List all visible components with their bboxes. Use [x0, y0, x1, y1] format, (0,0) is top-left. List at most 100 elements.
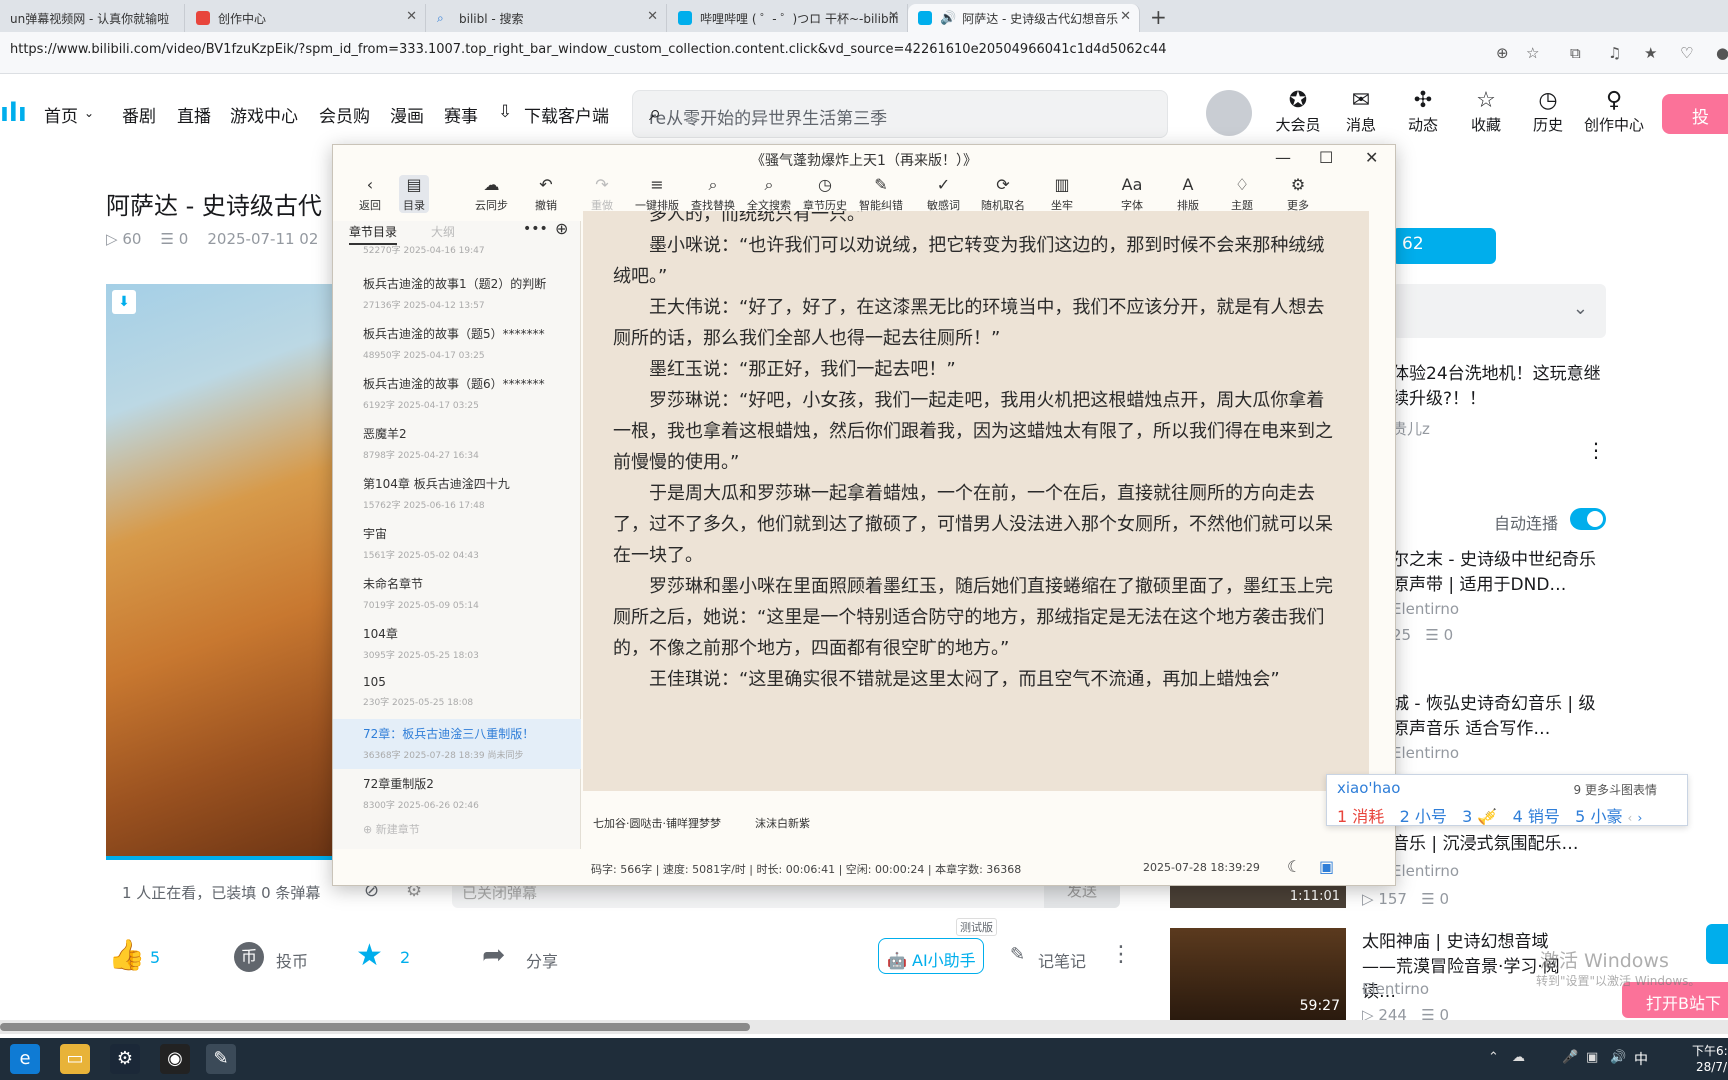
ime-language[interactable]: 中 — [1634, 1049, 1648, 1069]
volume-icon[interactable]: 🔊 — [1610, 1050, 1626, 1065]
close-icon[interactable]: ✕ — [1365, 148, 1378, 167]
ime-candidate[interactable]: 2 小号 — [1400, 807, 1447, 826]
rec-card-author[interactable]: Elentirno — [1392, 744, 1459, 762]
nav-mall[interactable]: 会员购 — [319, 102, 370, 127]
zoom-icon[interactable]: ⊕ — [1496, 44, 1509, 62]
chevron-down-icon[interactable]: ⌄ — [84, 106, 94, 120]
horizontal-scrollbar[interactable] — [0, 1020, 1728, 1034]
search-box[interactable]: re从零开始的异世界生活第三季 ⌕ — [632, 90, 1168, 138]
browser-tab[interactable]: 哔哩哔哩 ( ゜- ゜)つロ 干杯~-bilibili ✕ — [668, 4, 908, 32]
notes-icon[interactable]: ✎ — [1010, 944, 1025, 965]
rec-card-author[interactable]: Elentirno — [1362, 980, 1429, 998]
header-history[interactable]: ◷ 历史 — [1518, 88, 1578, 135]
bilibili-logo-icon[interactable]: ılı — [0, 98, 27, 128]
ai-assistant-button[interactable]: 🤖 AI小助手 — [878, 938, 984, 974]
toolbar-theme[interactable]: ♢ 主题 — [1231, 175, 1253, 213]
file-explorer-icon[interactable]: ▭ — [60, 1044, 90, 1074]
rec-card-title[interactable]: 音乐 | 沉浸式氛围配乐… — [1392, 832, 1606, 857]
collapsible-section[interactable]: ⌄ — [1392, 284, 1606, 338]
toolbar-full-search[interactable]: ⌕ 全文搜索 — [747, 175, 791, 213]
editor-text-area[interactable]: 多人的，而统统只有一只。” 墨小咪说：“也许我们可以劝说绒，把它转变为我们这边的… — [583, 211, 1369, 791]
toolbar-auto-format[interactable]: ≡ 一键排版 — [635, 175, 679, 213]
chapter-item[interactable]: 板兵古迪淦的故事（题5）******* 48950字 2025-04-17 03:… — [333, 319, 581, 369]
nav-anime[interactable]: 番剧 — [122, 102, 156, 127]
footer-tag[interactable]: 沫沫白新紫 — [755, 815, 810, 831]
side-float-button[interactable] — [1706, 924, 1728, 964]
coin-label[interactable]: 投币 — [276, 948, 308, 972]
minimize-icon[interactable]: — — [1275, 148, 1291, 167]
browser-tab[interactable]: ⌕ bilibl - 搜索 ✕ — [427, 4, 667, 32]
rec-card-author[interactable]: 贵儿z — [1392, 418, 1430, 439]
chapter-item[interactable]: 未命名章节 7019字 2025-05-09 05:14 — [333, 569, 581, 619]
nav-games[interactable]: 游戏中心 — [230, 102, 298, 127]
new-chapter-button[interactable]: ⊕ 新建章节 — [363, 821, 420, 837]
moon-icon[interactable]: ☾ — [1287, 857, 1301, 876]
toolbar-chapter-history[interactable]: ◷ 章节历史 — [803, 175, 847, 213]
ime-candidate[interactable]: 3 🎺 — [1462, 807, 1497, 826]
profile-icon[interactable]: ● — [1716, 44, 1728, 62]
chapter-item[interactable]: 宇宙 1561字 2025-05-02 04:43 — [333, 519, 581, 569]
url-field[interactable]: https://www.bilibili.com/video/BV1fzuKzp… — [10, 42, 1167, 57]
video-player[interactable]: ⬇ — [106, 284, 336, 860]
close-icon[interactable]: ✕ — [888, 9, 899, 24]
chapter-item-selected[interactable]: 72章：板兵古迪淦三八重制版！ 36368字 2025-07-28 18:39 尚… — [333, 719, 581, 769]
header-creator[interactable]: ♀ 创作中心 — [1582, 88, 1646, 135]
music-icon[interactable]: ♫ — [1608, 44, 1621, 62]
rec-card-author[interactable]: Elentirno — [1392, 862, 1459, 880]
header-messages[interactable]: ✉ 消息 — [1331, 88, 1391, 135]
scrollbar-thumb[interactable] — [0, 1023, 750, 1031]
chapter-item[interactable]: 板兵古迪淦的故事（题6）******* 6192字 2025-04-17 03:2… — [333, 369, 581, 419]
bookmark-star-icon[interactable]: ☆ — [1526, 44, 1539, 62]
toolbar-layout[interactable]: A 排版 — [1177, 175, 1199, 213]
edge-icon[interactable]: e — [10, 1044, 40, 1074]
tray-chevron-icon[interactable]: ⌃ — [1488, 1050, 1499, 1065]
chevron-right-icon[interactable]: › — [1637, 811, 1642, 825]
mic-icon[interactable]: 🎤 — [1562, 1050, 1578, 1065]
toolbar-cloud-sync[interactable]: ☁ 云同步 — [475, 175, 508, 213]
header-vip[interactable]: ✪ 大会员 — [1268, 88, 1328, 135]
chapter-item[interactable]: 第104章 板兵古迪淦四十九 15762字 2025-06-16 17:48 — [333, 469, 581, 519]
autoplay-toggle[interactable] — [1570, 508, 1606, 530]
ime-candidate[interactable]: 5 小豪 — [1575, 807, 1622, 826]
ime-candidate[interactable]: 1 消耗 — [1337, 807, 1384, 826]
chapter-item[interactable]: 52270字 2025-04-16 19:47 — [333, 235, 581, 269]
heart-pulse-icon[interactable]: ♡ — [1680, 44, 1693, 62]
toolbar-font[interactable]: Aa 字体 — [1121, 175, 1143, 213]
more-icon[interactable]: ⋮ — [1586, 438, 1606, 462]
rec-card-title[interactable]: 体验24台洗地机！这玩意继续升级?！！ — [1392, 362, 1606, 412]
toolbar-redo[interactable]: ↷ 重做 — [591, 175, 613, 213]
chevron-left-icon[interactable]: ‹ — [1628, 811, 1633, 825]
nav-download[interactable]: 下载客户端 — [524, 102, 609, 127]
rec-card-author[interactable]: Elentirno — [1392, 600, 1459, 618]
coin-icon[interactable]: 币 — [234, 942, 264, 972]
chapter-item[interactable]: 板兵古迪淦的故事1（题2）的判断 27136字 2025-04-12 13:57 — [333, 269, 581, 319]
nav-esports[interactable]: 赛事 — [444, 102, 478, 127]
toolbar-sensitive-words[interactable]: ✓ 敏感词 — [927, 175, 960, 213]
close-icon[interactable]: ✕ — [406, 9, 417, 24]
toolbar-smart-correct[interactable]: ✎ 智能纠错 — [859, 175, 903, 213]
extensions-icon[interactable]: ⧉ — [1570, 44, 1581, 62]
chat-icon[interactable]: ▣ — [1319, 857, 1334, 876]
maximize-icon[interactable]: ☐ — [1319, 148, 1333, 167]
avatar[interactable] — [1206, 90, 1252, 136]
browser-tab[interactable]: un弹幕视频网 - 认真你就输啦 — [0, 4, 185, 32]
chapter-item[interactable]: 72章重制版2 8300字 2025-06-26 02:46 — [333, 769, 581, 819]
search-icon[interactable]: ⌕ — [649, 101, 1149, 126]
toolbar-random-name[interactable]: ⟳ 随机取名 — [981, 175, 1025, 213]
toolbar-toc[interactable]: ▤ 目录 — [399, 175, 429, 213]
nav-live[interactable]: 直播 — [177, 102, 211, 127]
chapter-item[interactable]: 恶魔羊2 8798字 2025-04-27 16:34 — [333, 419, 581, 469]
progress-bar[interactable] — [106, 856, 336, 860]
chevron-down-icon[interactable]: ⌄ — [1573, 298, 1588, 319]
upload-button[interactable]: 投 — [1662, 94, 1728, 134]
browser-tab-active[interactable]: 🔊 阿萨达 - 史诗级古代幻想音乐 ✕ — [908, 4, 1140, 32]
close-icon[interactable]: ✕ — [647, 9, 658, 24]
sidebar-button[interactable]: 62 — [1392, 228, 1496, 264]
share-icon[interactable]: ➦ — [482, 938, 505, 971]
favorites-icon[interactable]: ★ — [1644, 44, 1657, 62]
tray-app-icon[interactable]: ☁ — [1512, 1050, 1525, 1065]
nav-manga[interactable]: 漫画 — [390, 102, 424, 127]
toolbar-find-replace[interactable]: ⌕ 查找替换 — [691, 175, 735, 213]
share-label[interactable]: 分享 — [526, 948, 558, 972]
rec-thumbnail[interactable]: 59:27 — [1170, 928, 1346, 1020]
